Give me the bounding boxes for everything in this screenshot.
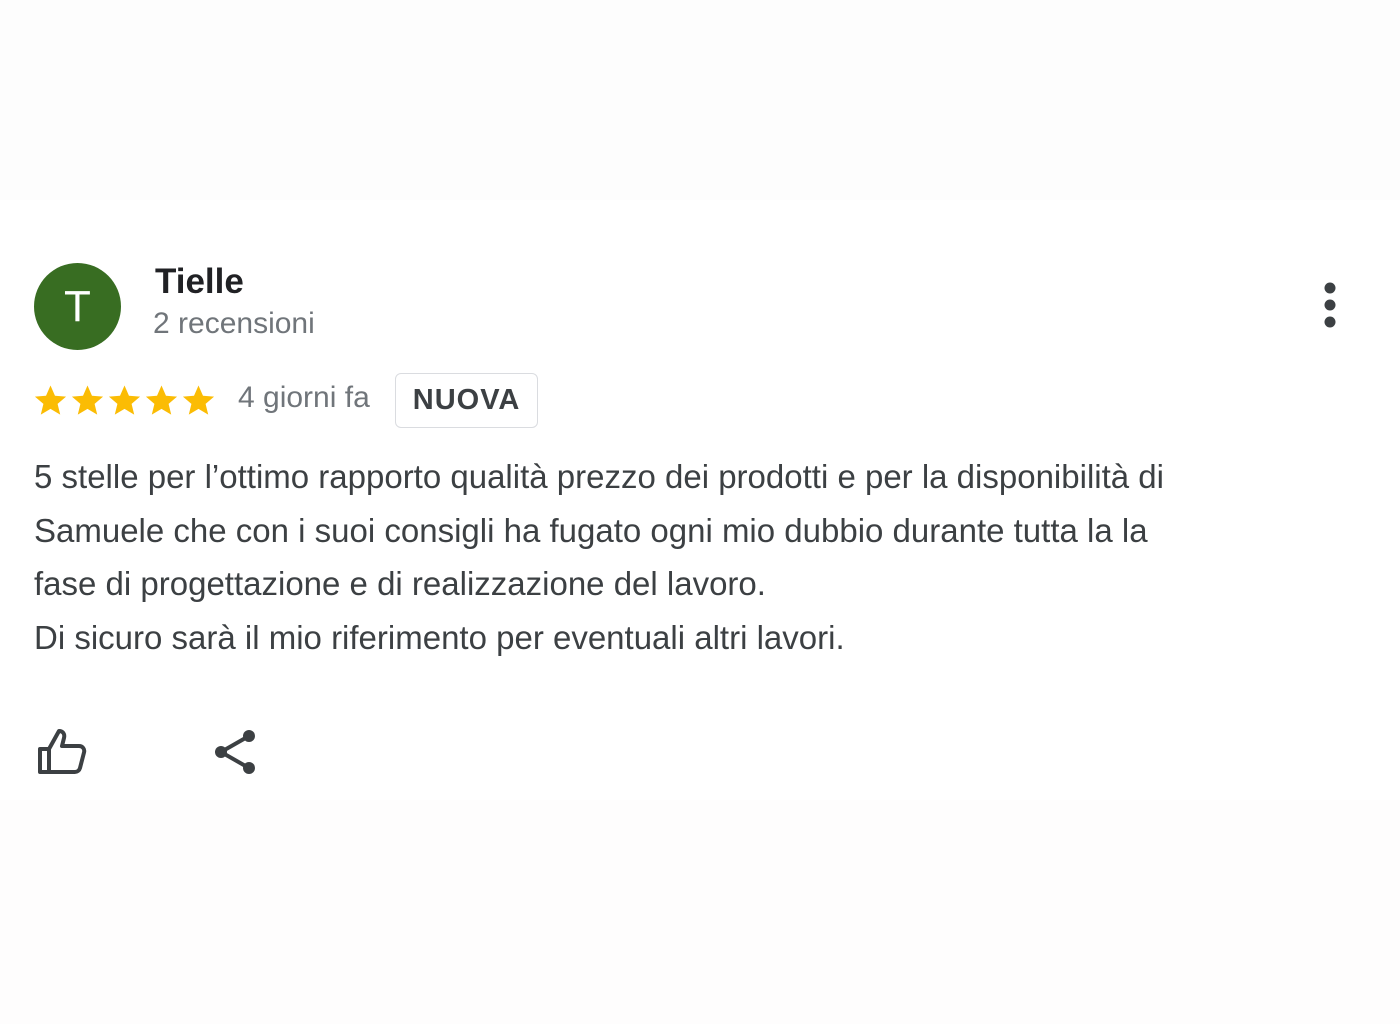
share-icon xyxy=(215,730,255,774)
avatar[interactable]: T xyxy=(34,263,121,350)
more-options-button[interactable] xyxy=(1305,275,1355,335)
star-icon xyxy=(108,385,141,415)
like-button[interactable] xyxy=(34,725,90,781)
share-button[interactable] xyxy=(210,727,262,779)
review-text-line: Samuele che con i suoi consigli ha fugat… xyxy=(34,511,1148,549)
review-text-line: 5 stelle per l’ottimo rapporto qualità p… xyxy=(34,458,1164,495)
new-badge: NUOVA xyxy=(394,372,539,428)
star-icon xyxy=(34,385,67,415)
thumb-up-icon xyxy=(38,729,87,774)
top-background xyxy=(0,0,1400,200)
star-icon xyxy=(145,385,178,415)
review-time: 4 giorni fa xyxy=(238,381,370,414)
star-icon xyxy=(71,385,104,415)
review-text: 5 stelle per l’ottimo rapporto qualità p… xyxy=(34,450,1374,664)
star-icon xyxy=(182,385,215,415)
bottom-background xyxy=(0,800,1400,1024)
review-text-line: fase di progettazione e di realizzazione… xyxy=(34,565,766,602)
more-vert-icon xyxy=(1324,282,1336,328)
author-review-count: 2 recensioni xyxy=(153,307,315,340)
rating-row: 4 giorni fa NUOVA xyxy=(32,370,539,430)
avatar-initial: T xyxy=(64,281,91,331)
review-text-line: Di sicuro sarà il mio riferimento per ev… xyxy=(34,618,845,656)
review-card: T Tielle 2 recensioni 4 giorni fa NUOVA … xyxy=(0,200,1400,800)
author-name[interactable]: Tielle xyxy=(155,262,244,302)
star-rating xyxy=(32,382,217,419)
